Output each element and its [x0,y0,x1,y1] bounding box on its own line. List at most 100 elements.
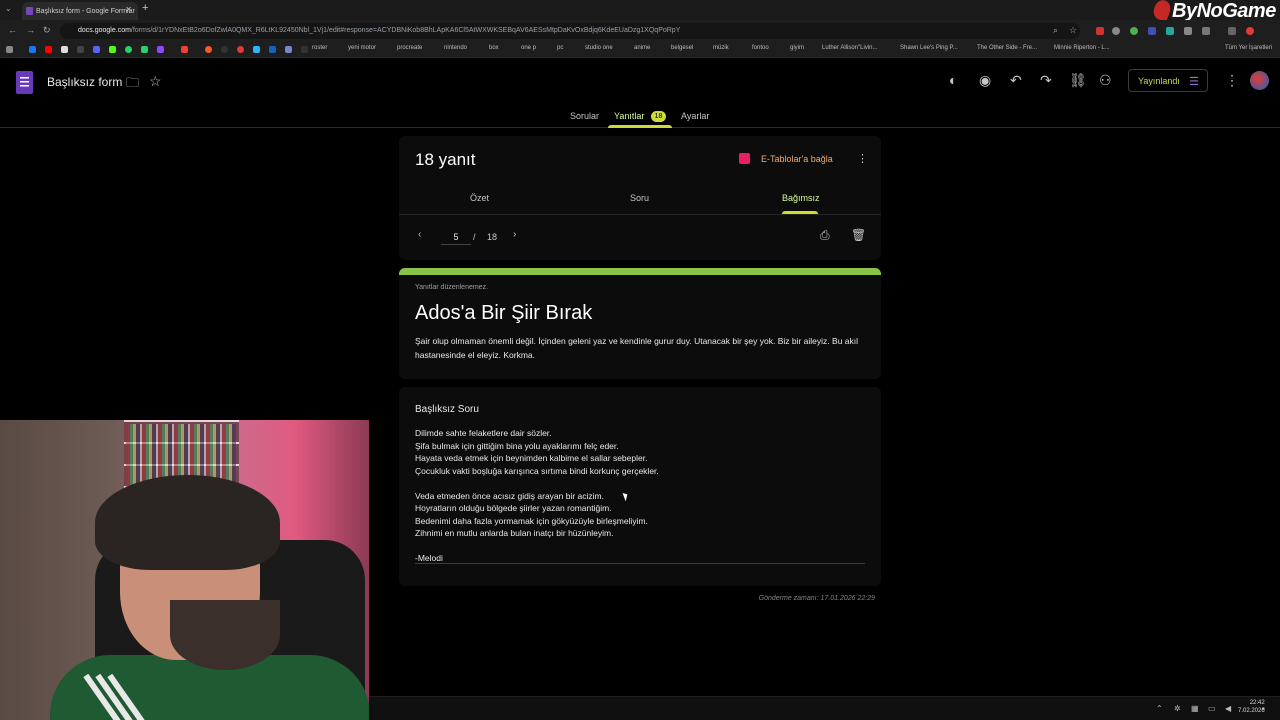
tab-responses[interactable]: Yanıtlar [614,111,644,121]
print-icon[interactable]: ⎙ [820,228,830,243]
palette-icon[interactable]: ◐ [949,72,957,88]
preview-eye-icon[interactable]: ◉ [979,72,991,89]
close-tab-icon[interactable]: ✕ [125,5,132,14]
bookmark-item[interactable]: nintendo [444,45,467,51]
bookmark-icon[interactable] [301,46,308,53]
bookmark-item[interactable]: roster [312,45,327,51]
discord-bookmark-icon[interactable] [93,46,100,53]
extension-icon[interactable] [1202,27,1210,35]
extension-icon[interactable] [1184,27,1192,35]
undo-icon[interactable]: ↶ [1010,72,1022,89]
extension-icon[interactable] [1112,27,1120,35]
bookmark-icon[interactable] [141,46,148,53]
address-bar-row: ← → ↻ docs.google.com/forms/d/1rYDNxEtB2… [0,20,1280,42]
profile-icon[interactable] [1246,27,1254,35]
bookmark-item[interactable]: anime [634,45,650,51]
responses-more-icon[interactable]: ⋮ [857,152,868,165]
star-icon[interactable]: ☆ [149,73,162,90]
tab-search-icon[interactable]: ⌄ [5,4,12,13]
folder-icon[interactable]: 🗀 [126,74,139,96]
more-options-icon[interactable]: ⋮ [1225,72,1239,89]
bookmark-star-icon[interactable]: ☆ [1069,25,1077,36]
bookmark-icon[interactable] [269,46,276,53]
bookmark-icon[interactable] [237,46,244,53]
kick-bookmark-icon[interactable] [109,46,116,53]
delete-icon[interactable]: 🗑 [851,228,866,242]
zoom-icon[interactable]: ⌕ [1053,25,1058,36]
url-host: docs.google.com [78,27,131,34]
link-icon[interactable]: ⛓ [1069,72,1087,89]
gmail-bookmark-icon[interactable] [181,46,188,53]
twitch-bookmark-icon[interactable] [157,46,164,53]
divider [399,214,881,215]
bookmark-item[interactable]: müzik [713,45,729,51]
bookmark-item[interactable]: belgesel [671,45,693,51]
published-button[interactable]: Yayınlandı ☰ [1128,69,1208,92]
all-bookmarks[interactable]: Tüm Yer İşaretleri [1225,45,1272,51]
bookmark-item[interactable]: giyim [790,45,804,51]
sheets-icon[interactable] [739,153,750,164]
forward-arrow-icon[interactable]: → [26,25,35,35]
bookmark-item[interactable]: fontoo [752,45,769,51]
youtube-bookmark-icon[interactable] [45,46,52,53]
response-number-input[interactable]: 5 [441,229,471,245]
tray-app-icon[interactable]: ▭ [1208,704,1216,713]
bookmark-item[interactable]: yeni motor [348,45,376,51]
bynogame-mark-icon [1151,0,1173,23]
subtab-individual[interactable]: Bağımsız [782,193,820,203]
extension-icon[interactable] [1096,27,1104,35]
browser-tab-strip: ⌄ Başlıksız form - Google Formlar ✕ + By… [0,0,1280,23]
next-response-icon[interactable]: › [513,229,516,240]
tab-questions[interactable]: Sorular [570,111,599,121]
tray-app-icon[interactable]: ▦ [1191,704,1199,713]
add-collaborator-icon[interactable]: ⚇ [1099,72,1112,89]
bookmark-item[interactable]: studio one [585,45,613,51]
redo-icon[interactable]: ↷ [1040,72,1052,89]
bookmark-item[interactable]: Minnie Riperton - L... [1054,45,1110,51]
bookmark-icon[interactable] [285,46,292,53]
google-forms-icon[interactable] [16,71,33,94]
subtab-question[interactable]: Soru [630,193,649,203]
browser-tab[interactable]: Başlıksız form - Google Formlar ✕ [22,2,138,20]
extension-icon[interactable] [1166,27,1174,35]
bookmark-item[interactable]: pc [557,45,563,51]
bookmark-icon[interactable] [77,46,84,53]
bookmark-item[interactable]: Shawn Lee's Ping P... [900,45,958,51]
avatar[interactable] [1250,71,1269,90]
url-field[interactable]: docs.google.com/forms/d/1rYDNxEtB2o6DofZ… [60,23,1080,39]
extension-icon[interactable] [1148,27,1156,35]
tab-settings[interactable]: Ayarlar [681,111,709,121]
bookmark-icon[interactable] [253,46,260,53]
answer-line: Veda etmeden önce acısız gidiş arayan bi… [415,490,604,501]
volume-icon[interactable]: ◀ [1225,704,1231,713]
extension-icon[interactable] [1130,27,1138,35]
bookmark-icon[interactable] [221,46,228,53]
form-title[interactable]: Başlıksız form [47,75,122,89]
subtab-summary[interactable]: Özet [470,193,489,203]
answer-line: Çocukluk vakti boşluğa karışınca sırtıma… [415,465,659,476]
apps-icon[interactable] [6,46,13,53]
bookmark-item[interactable]: The Other Side - Fre... [977,45,1037,51]
extension-icon[interactable] [1228,27,1236,35]
streamer-beard [170,600,280,670]
reload-icon[interactable]: ↻ [43,25,51,36]
bynogame-brand-text: ByNoGame [1172,0,1276,22]
streamer-hair [95,475,280,570]
back-arrow-icon[interactable]: ← [8,25,17,35]
x-bookmark-icon[interactable] [61,46,68,53]
tray-app-icon[interactable]: ✲ [1174,704,1181,713]
tray-chevron-icon[interactable]: ⌃ [1156,704,1163,713]
pager-total: 18 [487,232,498,242]
bookmark-icon[interactable] [205,46,212,53]
clock-time: 22:42 [1249,700,1265,706]
bookmark-item[interactable]: procreate [397,45,422,51]
taskbar-clock[interactable]: 22:42 7.02.2026 [1238,699,1265,715]
new-tab-icon[interactable]: + [142,2,148,14]
whatsapp-bookmark-icon[interactable] [125,46,132,53]
bookmark-item[interactable]: Luther Allison"Livin... [822,45,878,51]
facebook-bookmark-icon[interactable] [29,46,36,53]
previous-response-icon[interactable]: ‹ [418,229,421,240]
bookmark-item[interactable]: one p [521,45,536,51]
bookmark-item[interactable]: box [489,45,499,51]
link-to-sheets-button[interactable]: E-Tablolar'a bağla [761,154,833,164]
